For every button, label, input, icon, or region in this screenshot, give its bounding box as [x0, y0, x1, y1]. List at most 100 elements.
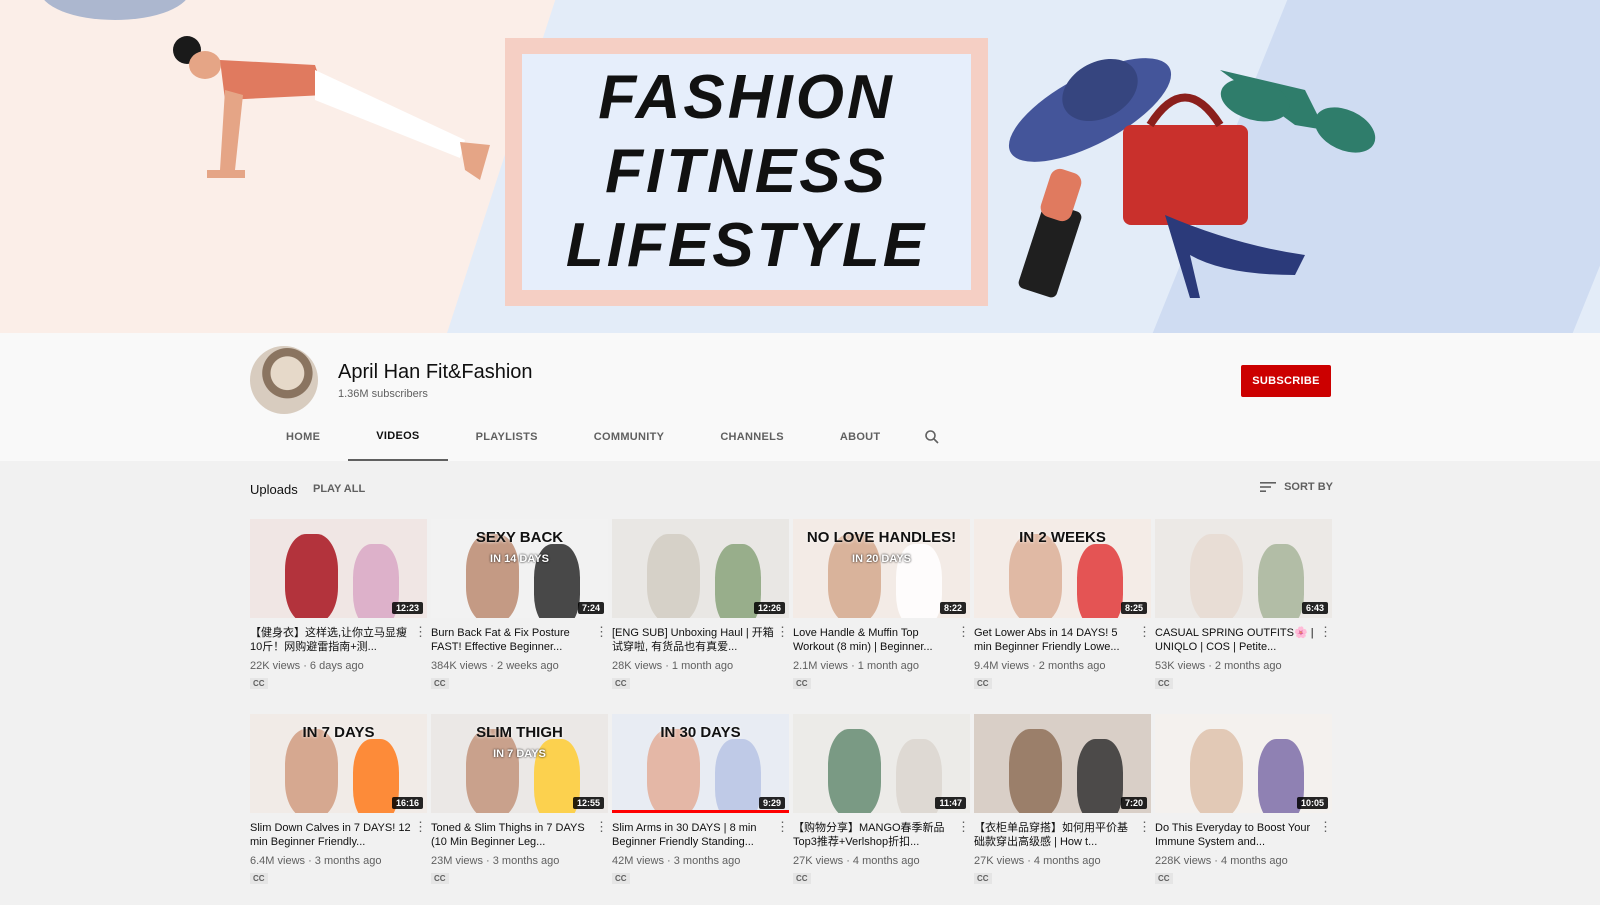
thumbnail-figure [828, 728, 882, 813]
more-actions-icon[interactable]: ⋮ [776, 820, 789, 834]
video-thumbnail[interactable]: 7:20 [974, 714, 1151, 813]
channel-header: April Han Fit&Fashion 1.36M subscribers … [0, 333, 1600, 461]
closed-captions-badge: CC [1155, 678, 1173, 689]
subscriber-count: 1.36M subscribers [338, 388, 428, 400]
thumbnail-overlay-text: IN 30 DAYS [660, 724, 741, 741]
thumbnail-figure [1076, 543, 1123, 618]
thumbnail-figure [828, 533, 882, 618]
banner-title-line: FASHION [598, 63, 895, 132]
video-card[interactable]: SEXY BACK IN 14 DAYS 7:24 Burn Back Fat & F… [431, 519, 608, 694]
tab-home[interactable]: HOME [258, 413, 348, 461]
closed-captions-badge: CC [250, 873, 268, 884]
closed-captions-badge: CC [431, 678, 449, 689]
channel-avatar[interactable] [250, 346, 318, 414]
video-duration: 16:16 [391, 797, 423, 809]
more-actions-icon[interactable]: ⋮ [1319, 625, 1332, 639]
tab-playlists[interactable]: PLAYLISTS [448, 413, 566, 461]
sort-by-button[interactable]: SORT BY [1260, 481, 1333, 493]
video-title[interactable]: Slim Down Calves in 7 DAYS! 12 min Begin… [250, 821, 427, 849]
video-title[interactable]: Love Handle & Muffin Top Workout (8 min)… [793, 626, 970, 654]
video-title[interactable]: 【衣柜单品穿搭】如何用平价基础款穿出高级感 | How t... [974, 821, 1151, 849]
video-card[interactable]: SLIM THIGH IN 7 DAYS 12:55 Toned & Slim Thi… [431, 714, 608, 889]
more-actions-icon[interactable]: ⋮ [414, 625, 427, 639]
tab-about[interactable]: ABOUT [812, 413, 909, 461]
video-card[interactable]: 10:05 Do This Everyday to Boost Your Immu… [1155, 714, 1332, 889]
video-title[interactable]: 【购物分享】MANGO春季新品Top3推荐+Verlshop折扣... [793, 821, 970, 849]
video-card[interactable]: 6:43 CASUAL SPRING OUTFITS🌸 | UNIQLO | CO… [1155, 519, 1332, 694]
video-title[interactable]: Slim Arms in 30 DAYS | 8 min Beginner Fr… [612, 821, 789, 849]
uploads-header: Uploads PLAY ALL SORT BY [250, 478, 1333, 502]
video-meta: 28K views · 1 month ago [612, 660, 734, 672]
more-actions-icon[interactable]: ⋮ [957, 625, 970, 639]
video-title[interactable]: Burn Back Fat & Fix Posture FAST! Effect… [431, 626, 608, 654]
closed-captions-badge: CC [1155, 873, 1173, 884]
subscribe-button[interactable]: SUBSCRIBE [1241, 365, 1331, 397]
channel-name[interactable]: April Han Fit&Fashion [338, 361, 533, 384]
closed-captions-badge: CC [974, 873, 992, 884]
thumbnail-figure [1190, 533, 1244, 618]
more-actions-icon[interactable]: ⋮ [776, 625, 789, 639]
video-meta: 9.4M views · 2 months ago [974, 660, 1106, 672]
video-title[interactable]: 【健身衣】这样选,让你立马显瘦10斤！网购避雷指南+测... [250, 626, 427, 654]
video-duration: 8:22 [939, 602, 966, 614]
video-title[interactable]: Get Lower Abs in 14 DAYS! 5 min Beginner… [974, 626, 1151, 654]
thumbnail-figure [285, 728, 339, 813]
video-thumbnail[interactable]: 12:26 [612, 519, 789, 618]
video-duration: 12:26 [753, 602, 785, 614]
video-meta: 22K views · 6 days ago [250, 660, 364, 672]
thumbnail-figure [466, 728, 520, 813]
video-thumbnail[interactable]: NO LOVE HANDLES! IN 20 DAYS 8:22 [793, 519, 970, 618]
thumbnail-overlay-text: NO LOVE HANDLES! [806, 529, 957, 546]
thumbnail-figure [1009, 728, 1063, 813]
more-actions-icon[interactable]: ⋮ [1138, 625, 1151, 639]
thumbnail-overlay-subtext: IN 14 DAYS [490, 553, 549, 565]
video-title[interactable]: Do This Everyday to Boost Your Immune Sy… [1155, 821, 1332, 849]
video-card[interactable]: IN 2 WEEKS 8:25 Get Lower Abs in 14 DAYS! … [974, 519, 1151, 694]
more-actions-icon[interactable]: ⋮ [1138, 820, 1151, 834]
video-thumbnail[interactable]: 10:05 [1155, 714, 1332, 813]
closed-captions-badge: CC [431, 873, 449, 884]
thumbnail-overlay-text: IN 7 DAYS [302, 724, 375, 741]
video-card[interactable]: 7:20 【衣柜单品穿搭】如何用平价基础款穿出高级感 | How t... ⋮ 27K… [974, 714, 1151, 889]
channel-search-button[interactable] [908, 413, 956, 461]
video-thumbnail[interactable]: SLIM THIGH IN 7 DAYS 12:55 [431, 714, 608, 813]
thumbnail-figure [714, 738, 761, 813]
video-duration: 10:05 [1296, 797, 1328, 809]
video-thumbnail[interactable]: SEXY BACK IN 14 DAYS 7:24 [431, 519, 608, 618]
video-card[interactable]: IN 30 DAYS 9:29 Slim Arms in 30 DAYS | 8 m… [612, 714, 789, 889]
sort-by-label: SORT BY [1284, 481, 1333, 493]
video-title[interactable]: Toned & Slim Thighs in 7 DAYS (10 Min Be… [431, 821, 608, 849]
video-thumbnail[interactable]: 12:23 [250, 519, 427, 618]
tab-videos[interactable]: VIDEOS [348, 413, 448, 461]
video-card[interactable]: NO LOVE HANDLES! IN 20 DAYS 8:22 Love Handl… [793, 519, 970, 694]
thumbnail-overlay-text: SLIM THIGH [476, 724, 563, 741]
more-actions-icon[interactable]: ⋮ [957, 820, 970, 834]
more-actions-icon[interactable]: ⋮ [1319, 820, 1332, 834]
video-title[interactable]: [ENG SUB] Unboxing Haul | 开箱试穿啦, 有货品也有真爱… [612, 626, 789, 654]
more-actions-icon[interactable]: ⋮ [414, 820, 427, 834]
video-meta: 23M views · 3 months ago [431, 855, 560, 867]
play-all-button[interactable]: PLAY ALL [313, 483, 365, 495]
video-thumbnail[interactable]: 11:47 [793, 714, 970, 813]
closed-captions-badge: CC [793, 873, 811, 884]
video-thumbnail[interactable]: IN 2 WEEKS 8:25 [974, 519, 1151, 618]
thumbnail-figure [647, 533, 701, 618]
video-meta: 228K views · 4 months ago [1155, 855, 1288, 867]
video-thumbnail[interactable]: IN 7 DAYS 16:16 [250, 714, 427, 813]
video-thumbnail[interactable]: IN 30 DAYS 9:29 [612, 714, 789, 813]
more-actions-icon[interactable]: ⋮ [595, 820, 608, 834]
video-thumbnail[interactable]: 6:43 [1155, 519, 1332, 618]
channel-tabs: HOME VIDEOS PLAYLISTS COMMUNITY CHANNELS… [258, 413, 956, 461]
video-card[interactable]: 11:47 【购物分享】MANGO春季新品Top3推荐+Verlshop折扣...… [793, 714, 970, 889]
tab-community[interactable]: COMMUNITY [566, 413, 693, 461]
video-title[interactable]: CASUAL SPRING OUTFITS🌸 | UNIQLO | COS | … [1155, 626, 1332, 654]
tab-channels[interactable]: CHANNELS [692, 413, 812, 461]
video-card[interactable]: IN 7 DAYS 16:16 Slim Down Calves in 7 DAYS… [250, 714, 427, 889]
video-card[interactable]: 12:23 【健身衣】这样选,让你立马显瘦10斤！网购避雷指南+测... ⋮ 22K … [250, 519, 427, 694]
video-meta: 42M views · 3 months ago [612, 855, 741, 867]
video-card[interactable]: 12:26 [ENG SUB] Unboxing Haul | 开箱试穿啦, 有货… [612, 519, 789, 694]
watch-progress-bar [612, 810, 789, 813]
more-actions-icon[interactable]: ⋮ [595, 625, 608, 639]
video-duration: 6:43 [1301, 602, 1328, 614]
video-duration: 12:55 [572, 797, 604, 809]
